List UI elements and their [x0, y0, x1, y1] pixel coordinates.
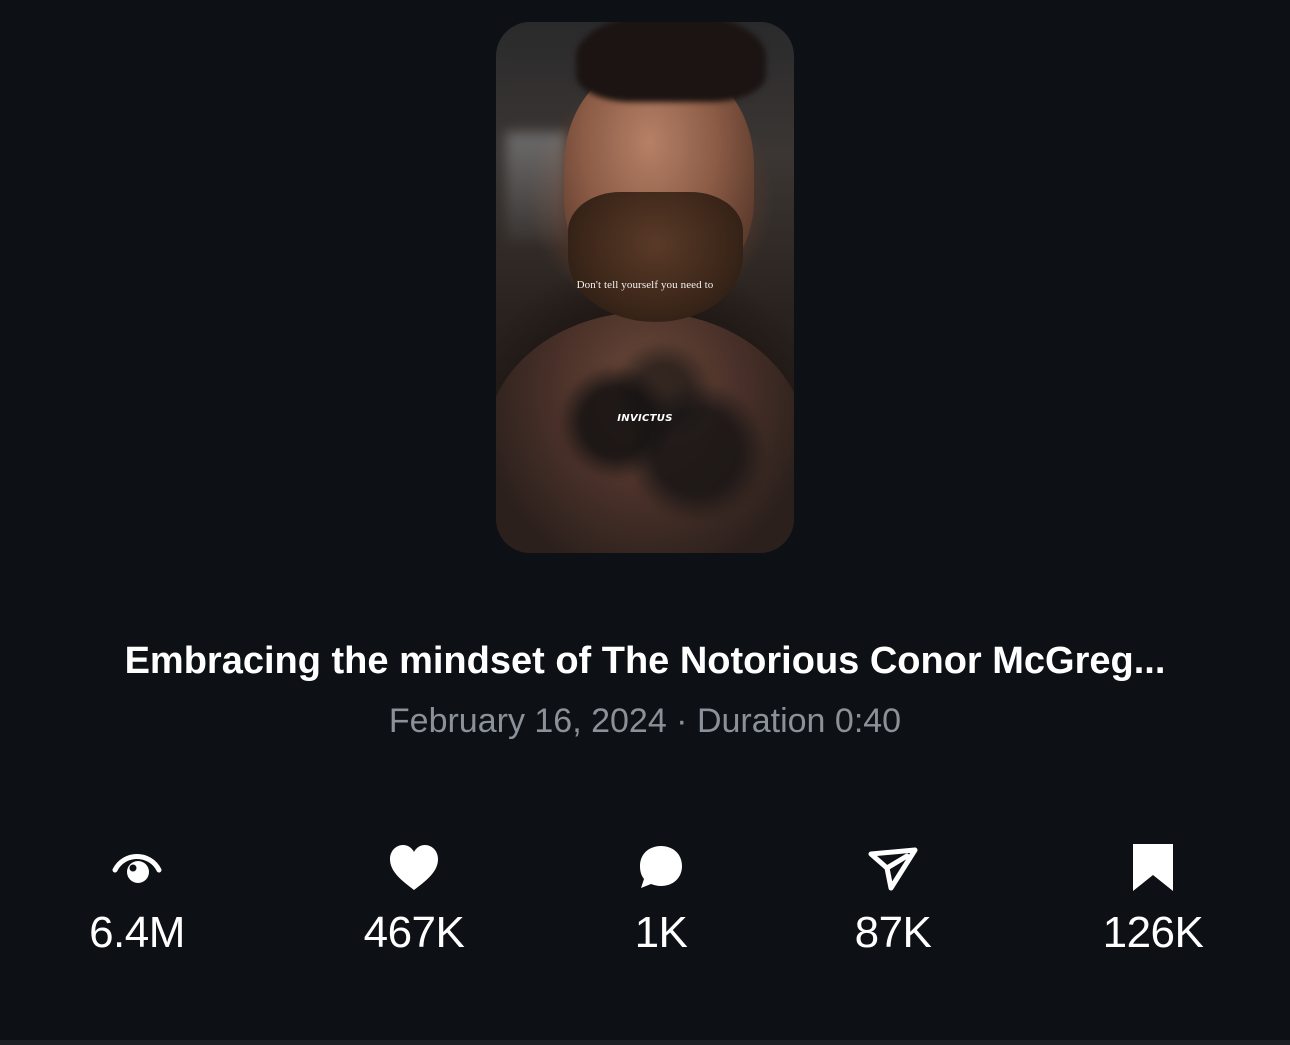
video-meta: February 16, 2024 · Duration 0:40 — [388, 702, 902, 740]
comments-count: 1K — [634, 908, 688, 957]
send-icon — [793, 840, 993, 896]
video-caption: Don't tell yourself you need to — [576, 279, 714, 291]
bookmark-icon — [1053, 840, 1253, 896]
background-light — [506, 132, 566, 242]
stat-likes[interactable]: 467K — [314, 840, 514, 958]
likes-count: 467K — [363, 908, 465, 957]
stat-views[interactable]: 6.4M — [37, 840, 237, 958]
comment-icon — [561, 840, 761, 896]
thumbnail-hair — [576, 22, 766, 102]
thumbnail-tattoo — [536, 342, 766, 542]
heart-icon — [314, 840, 514, 896]
stats-row: 6.4M 467K 1K 87K 126K — [0, 840, 1290, 970]
saves-count: 126K — [1102, 908, 1204, 957]
thumbnail-beard — [568, 192, 743, 322]
stat-shares[interactable]: 87K — [793, 840, 993, 958]
eye-icon — [37, 840, 237, 896]
stat-saves[interactable]: 126K — [1053, 840, 1253, 958]
watermark-logo: INVICTUS — [617, 413, 673, 424]
shares-count: 87K — [854, 908, 932, 957]
video-title: Embracing the mindset of The Notorious C… — [124, 640, 1166, 682]
bottom-divider — [0, 1040, 1290, 1045]
views-count: 6.4M — [89, 908, 185, 957]
video-thumbnail[interactable]: Don't tell yourself you need to INVICTUS — [496, 22, 794, 553]
stat-comments[interactable]: 1K — [561, 840, 761, 958]
